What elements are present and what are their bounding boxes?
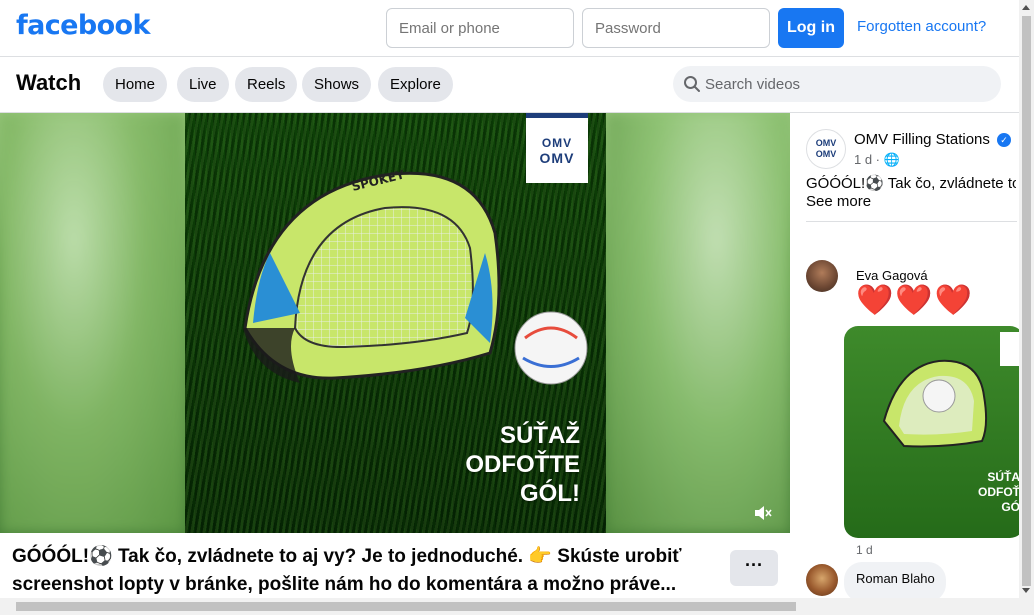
omv-logo-bottom: OMV — [539, 149, 575, 166]
tab-live[interactable]: Live — [177, 67, 229, 102]
comment-time[interactable]: 1 d — [856, 543, 873, 557]
see-more-link[interactable]: See more — [806, 193, 871, 210]
thumb-promo-line-1: SÚŤA — [987, 470, 1019, 484]
page-name-link[interactable]: OMV Filling Stations — [854, 131, 990, 148]
tab-shows[interactable]: Shows — [302, 67, 372, 102]
search-icon — [684, 76, 700, 92]
page-title: Watch — [16, 70, 82, 95]
comment-bubble: Roman Blaho — [844, 562, 946, 598]
promo-text: SÚŤAŽ ODFOŤTE GÓL! — [465, 421, 580, 508]
scroll-down-icon[interactable] — [1022, 588, 1030, 593]
video-player[interactable]: SPOKEY OMV OMV SÚŤAŽ ODFOŤTE GÓL! — [0, 113, 790, 533]
thumb-promo-line-2: ODFOŤ — [978, 485, 1019, 499]
post-time-text: 1 d · — [854, 152, 881, 167]
scroll-up-icon[interactable] — [1022, 5, 1030, 10]
promo-line-3: GÓL! — [520, 480, 580, 507]
vertical-scrollbar[interactable] — [1019, 0, 1034, 598]
top-bar: facebook Log in Forgotten account? — [0, 0, 1019, 57]
search-input[interactable] — [705, 66, 995, 102]
verified-badge-icon: ✓ — [997, 133, 1011, 147]
globe-icon: 🌐 — [883, 152, 900, 167]
video-frame[interactable]: SPOKEY OMV OMV SÚŤAŽ ODFOŤTE GÓL! — [185, 113, 606, 533]
caption-area: GÓÓÓL!⚽ Tak čo, zvládnete to aj vy? Je t… — [0, 533, 790, 598]
mute-icon[interactable] — [752, 503, 772, 523]
comment-text: ❤️❤️❤️ — [856, 284, 975, 317]
thumb-promo: SÚŤA ODFOŤ GÓ — [978, 470, 1019, 515]
avatar-logo-top: OMV — [815, 138, 837, 148]
login-button[interactable]: Log in — [778, 8, 844, 48]
tab-explore[interactable]: Explore — [378, 67, 453, 102]
commenter-name[interactable]: Eva Gagová — [856, 268, 928, 283]
promo-line-1: SÚŤAŽ — [500, 422, 580, 449]
tab-reels[interactable]: Reels — [235, 67, 298, 102]
commenter-avatar[interactable] — [806, 260, 838, 292]
tab-home[interactable]: Home — [103, 67, 168, 102]
divider — [806, 221, 1017, 222]
commenter-avatar[interactable] — [806, 564, 838, 596]
avatar-logo-bottom: OMV — [815, 149, 837, 159]
vertical-scroll-thumb[interactable] — [1022, 16, 1031, 586]
horizontal-scroll-thumb[interactable] — [16, 602, 796, 611]
promo-line-2: ODFOŤTE — [465, 451, 580, 478]
post-timestamp[interactable]: 1 d · 🌐 — [854, 152, 900, 168]
page-avatar[interactable]: OMV OMV — [806, 129, 846, 169]
horizontal-scrollbar[interactable] — [0, 598, 1034, 615]
forgotten-account-link[interactable]: Forgotten account? — [857, 18, 986, 35]
comment-image[interactable]: SÚŤA ODFOŤ GÓ — [844, 326, 1019, 538]
video-blur-right — [606, 113, 790, 533]
more-options-button[interactable]: ··· — [730, 550, 778, 586]
comments-panel: OMV OMV OMV Filling Stations ✓ 1 d · 🌐 G… — [790, 113, 1019, 598]
video-caption[interactable]: GÓÓÓL!⚽ Tak čo, zvládnete to aj vy? Je t… — [12, 543, 712, 599]
omv-logo-box: OMV OMV — [526, 113, 588, 183]
watch-nav: Watch Home Live Reels Shows Explore — [0, 57, 1019, 113]
email-field[interactable] — [386, 8, 574, 48]
video-blur-left — [0, 113, 185, 533]
omv-logo-top: OMV — [541, 135, 573, 150]
post-text: GÓÓÓL!⚽ Tak čo, zvládnete to — [806, 175, 1016, 192]
password-field[interactable] — [582, 8, 770, 48]
commenter-name[interactable]: Roman Blaho — [856, 571, 935, 586]
search-box[interactable] — [673, 66, 1001, 102]
facebook-logo[interactable]: facebook — [16, 10, 150, 41]
thumb-promo-line-3: GÓ — [1001, 500, 1019, 514]
